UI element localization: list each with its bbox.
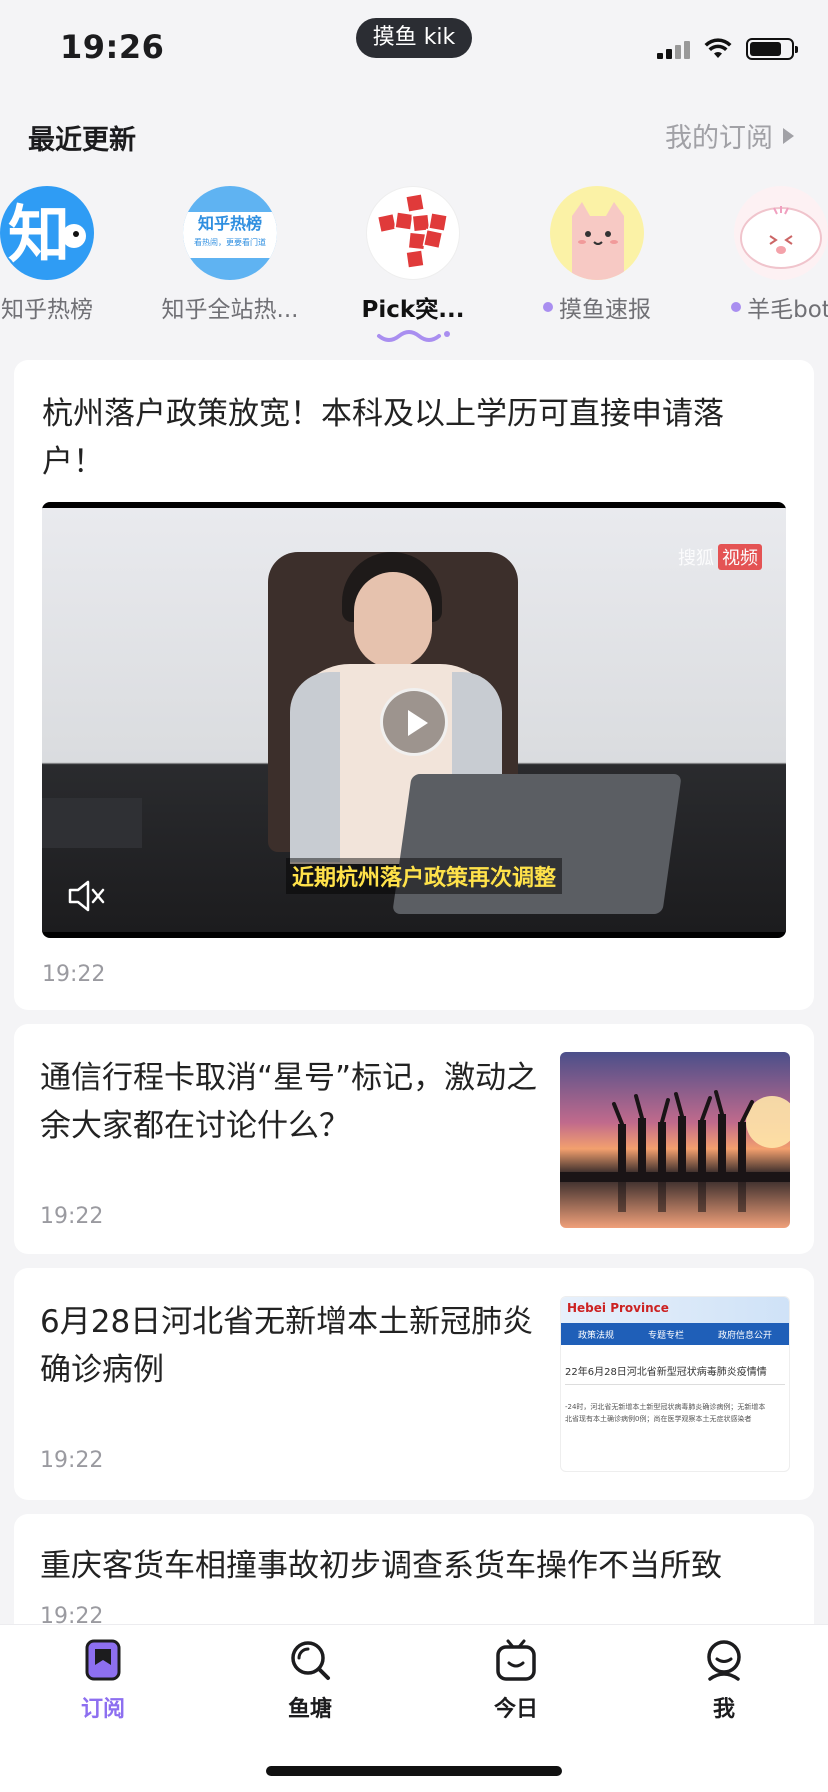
tab-label: 今日 — [493, 1697, 538, 1722]
channel-item-zhihu-hot[interactable]: 知乎热榜 看热闹，更要看门道 知乎全站热... — [135, 186, 325, 324]
feed-card-time: 19:22 — [40, 1204, 104, 1229]
news-icon — [366, 186, 460, 280]
feed-card-title: 通信行程卡取消“星号”标记，激动之余大家都在讨论什么？ — [40, 1060, 538, 1144]
tab-label: 我 — [712, 1697, 735, 1722]
channel-item-sheep[interactable]: 羊毛bot — [686, 186, 828, 324]
channel-label: 知乎全站热... — [161, 297, 299, 323]
feed-card-title: 杭州落户政策放宽！本科及以上学历可直接申请落户！ — [42, 396, 724, 480]
zhihu-icon: 知 — [0, 186, 94, 280]
search-icon — [291, 1641, 330, 1680]
channel-label: 摸鱼速报 — [502, 290, 692, 324]
signal-icon — [657, 39, 690, 59]
cat-icon — [550, 186, 644, 280]
bookmark-icon — [85, 1639, 121, 1681]
feed-card-title: 重庆客货车相撞事故初步调查系货车操作不当所致 — [40, 1548, 722, 1584]
battery-icon — [746, 38, 798, 60]
my-subscriptions-link[interactable]: 我的订阅 — [665, 116, 794, 155]
channel-label: Pick突... — [361, 297, 465, 323]
tab-label: 鱼塘 — [287, 1697, 332, 1722]
svg-text:知: 知 — [8, 198, 70, 271]
chevron-right-icon — [783, 127, 794, 144]
tab-label: 订阅 — [80, 1697, 125, 1722]
channel-item-moyu[interactable]: 摸鱼速报 — [502, 186, 692, 324]
dynamic-island-pill[interactable]: 摸鱼 kik — [356, 18, 472, 58]
channel-label: 羊毛bot — [686, 290, 828, 324]
video-watermark: 搜狐 视频 — [678, 544, 762, 570]
hebei-document-image: Hebei Province 政策法规 专题专栏 政府信息公开 22年6月28日河北… — [560, 1296, 790, 1472]
tab-me[interactable]: 我 — [664, 1639, 784, 1723]
channel-label: 知乎热榜 — [1, 297, 93, 323]
feed-card-time: 19:22 — [40, 1448, 104, 1473]
sunset-group-image — [560, 1052, 790, 1228]
profile-icon — [707, 1640, 741, 1681]
video-player[interactable]: 搜狐 视频 近期杭州落户政策再次调整 — [42, 502, 786, 938]
section-title: 最近更新 — [28, 125, 136, 156]
feed-card-article[interactable]: 6月28日河北省无新增本土新冠肺炎确诊病例 19:22 Hebei Provin… — [14, 1268, 814, 1500]
my-subscriptions-label: 我的订阅 — [665, 123, 773, 154]
channel-item-pick[interactable]: Pick突... — [318, 186, 508, 344]
feed-card-video[interactable]: 杭州落户政策放宽！本科及以上学历可直接申请落户！ 搜狐 视频 近期杭州落户政策再次… — [14, 360, 814, 1010]
status-icons — [657, 38, 798, 60]
unread-dot — [731, 302, 742, 312]
zhihu-hot-icon: 知乎热榜 看热闹，更要看门道 — [183, 186, 277, 280]
tab-today[interactable]: 今日 — [456, 1639, 576, 1723]
video-subtitle: 近期杭州落户政策再次调整 — [286, 858, 563, 894]
feed-card-time: 19:22 — [42, 962, 106, 987]
play-button[interactable] — [380, 688, 448, 756]
tab-subscribe[interactable]: 订阅 — [43, 1639, 163, 1723]
sheep-icon — [734, 186, 828, 280]
status-time: 19:26 — [60, 28, 165, 66]
wifi-icon — [704, 38, 732, 58]
video-frame: 搜狐 视频 近期杭州落户政策再次调整 — [42, 508, 786, 932]
channel-item-zhihu[interactable]: 知 知乎热榜 — [0, 186, 142, 324]
unread-dot — [543, 302, 553, 312]
active-wave-indicator — [377, 330, 450, 342]
channel-row: 知 知乎热榜 知乎热榜 看热闹，更要看门道 知乎全站热... Pick突... … — [0, 186, 828, 356]
mute-icon[interactable] — [66, 878, 106, 914]
tab-pond[interactable]: 鱼塘 — [250, 1639, 370, 1723]
tv-icon — [496, 1639, 536, 1681]
status-bar: 19:26 摸鱼 kik — [0, 0, 828, 96]
home-indicator[interactable] — [266, 1766, 562, 1776]
feed-card-article[interactable]: 通信行程卡取消“星号”标记，激动之余大家都在讨论什么？ 19:22 — [14, 1024, 814, 1254]
feed-card-title: 6月28日河北省无新增本土新冠肺炎确诊病例 — [40, 1304, 534, 1388]
